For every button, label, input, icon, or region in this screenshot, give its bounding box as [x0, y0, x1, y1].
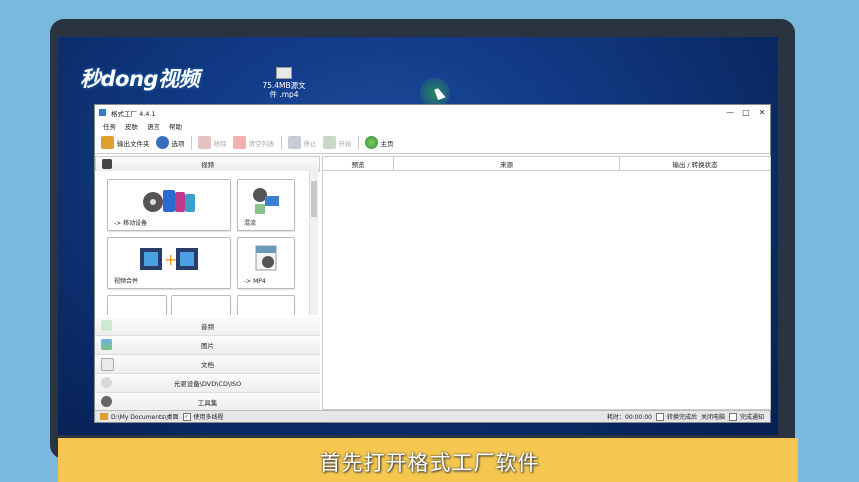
output-folder-button[interactable]: 输出文件夹 [101, 136, 150, 149]
film-icon [102, 159, 112, 169]
tile-mux[interactable]: 混流 [237, 179, 295, 231]
toolbar-separator [357, 135, 359, 150]
toolbar-separator [280, 135, 282, 150]
stop-icon [287, 136, 301, 149]
mp4-file-icon [255, 245, 277, 271]
options-button[interactable]: 选项 [155, 136, 185, 149]
menu-language[interactable]: 语言 [147, 121, 160, 131]
scroll-thumb[interactable] [311, 181, 317, 217]
clear-icon [232, 136, 246, 149]
elapsed-time: 耗时：00:00:00 [607, 414, 652, 421]
maximize-button[interactable]: □ [738, 108, 754, 117]
disc-drive-icon [101, 377, 112, 388]
toolbar: 输出文件夹 选项 移除 清空列表 停止 开始 主页 [95, 132, 770, 154]
menu-skin[interactable]: 皮肤 [125, 121, 138, 131]
video-file-icon [276, 67, 292, 79]
remove-button[interactable]: 移除 [197, 136, 227, 149]
title-bar: 格式工厂 4.4.1 — □ ✕ [95, 105, 770, 120]
app-icon [99, 109, 106, 116]
after-convert-checkbox[interactable] [655, 412, 664, 421]
tile-mobile-device[interactable]: -> 移动设备 [107, 179, 231, 231]
video-section-header[interactable]: 视频 [95, 156, 320, 172]
tile-more[interactable] [237, 295, 295, 315]
globe-icon [364, 136, 378, 149]
minimize-button[interactable]: — [722, 108, 738, 117]
music-note-icon [101, 320, 112, 331]
tile-to-mp4[interactable]: -> MP4 [237, 237, 295, 289]
status-bar: D:\My Documents\桌面 使用多线程 耗时：00:00:00 转换完… [95, 410, 770, 422]
menu-task[interactable]: 任务 [103, 121, 116, 131]
column-output-status[interactable]: 输出 / 转换状态 [620, 157, 770, 170]
output-path[interactable]: D:\My Documents\桌面 [111, 412, 179, 421]
category-picture[interactable]: 图片 [95, 336, 320, 355]
column-preview[interactable]: 预览 [323, 157, 394, 170]
menu-help[interactable]: 帮助 [169, 121, 182, 131]
toolbar-separator [190, 135, 192, 150]
video-tiles: -> 移动设备 混流 + 视频合并 -> MP4 [95, 171, 309, 315]
home-button[interactable]: 主页 [364, 136, 394, 149]
start-button[interactable]: 开始 [322, 136, 352, 149]
category-document[interactable]: 文档 [95, 355, 320, 374]
folder-icon [100, 413, 108, 420]
multithread-checkbox[interactable] [182, 412, 191, 421]
shutdown-label[interactable]: 关闭电脑 [701, 412, 725, 421]
menu-bar: 任务 皮肤 语言 帮助 [95, 120, 770, 132]
folder-icon [101, 136, 114, 149]
subtitle-text: 首先打开格式工厂软件 [319, 451, 540, 475]
remove-icon [197, 136, 211, 149]
format-factory-window: 格式工厂 4.4.1 — □ ✕ 任务 皮肤 语言 帮助 输出文件夹 选项 移除… [94, 104, 771, 423]
mobile-device-icon [143, 190, 195, 212]
options-icon [155, 136, 169, 149]
stop-button[interactable]: 停止 [287, 136, 317, 149]
column-source[interactable]: 来源 [394, 157, 620, 170]
after-convert-label: 转换完成后 [666, 414, 697, 421]
task-table-header: 预览 来源 输出 / 转换状态 [323, 157, 770, 171]
brand-logo: 秒dong视频 [80, 67, 199, 91]
window-title: 格式工厂 4.4.1 [111, 109, 156, 118]
picture-icon [101, 339, 112, 350]
category-dvd[interactable]: 光驱设备\DVD\CD\ISO [95, 374, 320, 393]
tiles-scrollbar[interactable] [309, 171, 318, 315]
desktop-file-icon[interactable]: 75.4MB源文件 .mp4 [262, 67, 306, 99]
category-audio[interactable]: 音频 [95, 317, 320, 336]
tile-video-join[interactable]: + 视频合并 [107, 237, 231, 289]
close-button[interactable]: ✕ [754, 108, 770, 117]
video-join-icon: + [140, 248, 198, 270]
svg-text:+: + [164, 250, 177, 269]
notify-label: 完成通知 [739, 414, 764, 421]
left-panel: 视频 -> 移动设备 混流 + 视频合并 -> MP4 音频 图片 文档 光驱设… [95, 156, 320, 412]
tile-more[interactable] [107, 295, 167, 315]
desktop-file-label: 75.4MB源文件 .mp4 [262, 81, 306, 99]
tools-icon [101, 396, 112, 407]
multithread-label: 使用多线程 [193, 414, 224, 421]
tile-more[interactable] [171, 295, 231, 315]
task-list-panel: 预览 来源 输出 / 转换状态 [322, 156, 771, 410]
document-icon [101, 358, 114, 371]
category-list: 音频 图片 文档 光驱设备\DVD\CD\ISO 工具集 [95, 317, 320, 412]
clear-list-button[interactable]: 清空列表 [232, 136, 275, 149]
notify-checkbox[interactable] [728, 412, 737, 421]
start-icon [322, 136, 336, 149]
mux-icon [253, 188, 279, 214]
